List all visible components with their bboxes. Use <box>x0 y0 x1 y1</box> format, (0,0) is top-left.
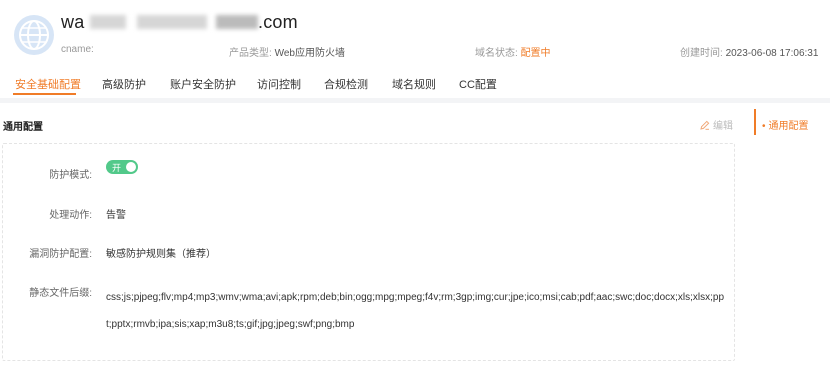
domain-status-value: 配置中 <box>520 48 551 59</box>
vuln-config-label: 漏洞防护配置: <box>29 249 92 260</box>
edit-label: 编辑 <box>713 121 733 132</box>
protection-mode-label: 防护模式: <box>49 170 92 181</box>
domain-status-field: 域名状态: 配置中 <box>475 44 551 59</box>
protection-mode-toggle[interactable]: 开 <box>106 160 138 174</box>
active-tab-indicator <box>13 93 76 95</box>
tab-advanced-protection[interactable]: 高级防护 <box>102 76 146 92</box>
cname-field: cname: <box>61 44 94 55</box>
tab-bar: 安全基础配置 高级防护 账户安全防护 访问控制 合规检测 域名规则 CC配置 <box>0 70 830 98</box>
product-type-field: 产品类型: Web应用防火墙 <box>229 44 345 59</box>
domain-header: wa .com cname: 产品类型: Web应用防火墙 域名状态: 配置中 … <box>0 0 830 98</box>
section-title: 通用配置 <box>3 122 43 133</box>
redacted-block <box>136 14 207 29</box>
created-time-label: 创建时间: <box>680 48 723 59</box>
static-suffix-value: css;js;pjpeg;flv;mp4;mp3;wmv;wma;avi;apk… <box>106 292 725 330</box>
section-divider <box>0 98 830 103</box>
pencil-icon <box>700 120 710 130</box>
redacted-block <box>216 14 259 29</box>
cname-label: cname: <box>61 44 94 55</box>
created-time-field: 创建时间: 2023-06-08 17:06:31 <box>680 44 818 59</box>
domain-name: wa .com <box>61 12 298 33</box>
globe-icon <box>14 15 54 55</box>
edit-button[interactable]: 编辑 <box>700 117 733 132</box>
anchor-link-label: 通用配置 <box>768 121 809 132</box>
anchor-indicator <box>754 109 756 135</box>
redacted-block <box>89 14 126 29</box>
created-time-value: 2023-06-08 17:06:31 <box>725 48 819 59</box>
toggle-knob <box>126 162 136 172</box>
domain-status-label: 域名状态: <box>475 48 518 59</box>
tab-access-control[interactable]: 访问控制 <box>257 76 301 92</box>
tab-compliance[interactable]: 合规检测 <box>324 76 368 92</box>
action-label: 处理动作: <box>49 210 92 221</box>
anchor-link-general-config[interactable]: • 通用配置 <box>762 117 809 132</box>
product-type-label: 产品类型: <box>229 48 272 59</box>
domain-suffix: .com <box>258 12 298 32</box>
domain-prefix: wa <box>61 12 85 32</box>
tab-security-basic[interactable]: 安全基础配置 <box>15 76 81 92</box>
tab-domain-rules[interactable]: 域名规则 <box>392 76 436 92</box>
static-suffix-label: 静态文件后缀: <box>29 288 92 299</box>
bullet-icon: • <box>762 121 766 132</box>
toggle-label: 开 <box>112 163 122 173</box>
product-type-value: Web应用防火墙 <box>274 48 345 59</box>
tab-cc-config[interactable]: CC配置 <box>459 76 497 92</box>
vuln-config-value: 敏感防护规则集（推荐） <box>106 249 216 260</box>
tab-account-security[interactable]: 账户安全防护 <box>170 76 236 92</box>
action-value: 告警 <box>106 210 126 221</box>
